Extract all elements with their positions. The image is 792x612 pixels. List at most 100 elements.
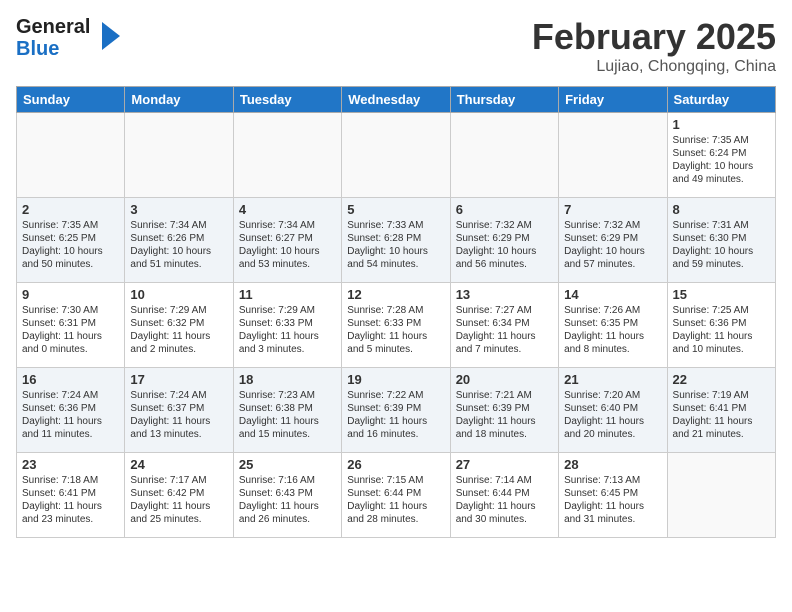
day-info: Sunset: 6:34 PM — [456, 317, 553, 330]
day-number: 6 — [456, 202, 553, 217]
day-number: 8 — [673, 202, 770, 217]
day-number: 15 — [673, 287, 770, 302]
day-info: Daylight: 10 hours and 49 minutes. — [673, 160, 770, 186]
calendar-week-2: 9Sunrise: 7:30 AMSunset: 6:31 PMDaylight… — [17, 283, 776, 368]
calendar-cell — [450, 113, 558, 198]
day-info: Sunrise: 7:35 AM — [673, 134, 770, 147]
day-info: Daylight: 11 hours and 30 minutes. — [456, 500, 553, 526]
calendar-cell — [125, 113, 233, 198]
day-number: 10 — [130, 287, 227, 302]
calendar-cell — [342, 113, 450, 198]
day-info: Daylight: 11 hours and 11 minutes. — [22, 415, 119, 441]
calendar-cell: 23Sunrise: 7:18 AMSunset: 6:41 PMDayligh… — [17, 453, 125, 538]
day-info: Daylight: 11 hours and 2 minutes. — [130, 330, 227, 356]
day-info: Sunrise: 7:29 AM — [130, 304, 227, 317]
day-number: 28 — [564, 457, 661, 472]
day-info: Sunset: 6:42 PM — [130, 487, 227, 500]
day-info: Sunset: 6:44 PM — [456, 487, 553, 500]
day-info: Sunset: 6:43 PM — [239, 487, 336, 500]
day-number: 9 — [22, 287, 119, 302]
calendar-cell: 22Sunrise: 7:19 AMSunset: 6:41 PMDayligh… — [667, 368, 775, 453]
day-number: 2 — [22, 202, 119, 217]
day-info: Daylight: 10 hours and 50 minutes. — [22, 245, 119, 271]
calendar-cell — [667, 453, 775, 538]
calendar-cell — [233, 113, 341, 198]
day-info: Sunrise: 7:26 AM — [564, 304, 661, 317]
day-info: Sunset: 6:39 PM — [347, 402, 444, 415]
calendar-header-thursday: Thursday — [450, 87, 558, 113]
day-info: Sunrise: 7:24 AM — [130, 389, 227, 402]
calendar-cell: 25Sunrise: 7:16 AMSunset: 6:43 PMDayligh… — [233, 453, 341, 538]
day-number: 24 — [130, 457, 227, 472]
day-info: Daylight: 10 hours and 54 minutes. — [347, 245, 444, 271]
calendar-header-wednesday: Wednesday — [342, 87, 450, 113]
day-info: Sunrise: 7:27 AM — [456, 304, 553, 317]
header: General Blue February 2025 Lujiao, Chong… — [16, 16, 776, 76]
logo: General Blue — [16, 16, 116, 68]
day-number: 12 — [347, 287, 444, 302]
calendar-header-row: SundayMondayTuesdayWednesdayThursdayFrid… — [17, 87, 776, 113]
calendar-cell: 3Sunrise: 7:34 AMSunset: 6:26 PMDaylight… — [125, 198, 233, 283]
day-number: 19 — [347, 372, 444, 387]
calendar-cell: 10 Sunrise: 7:29 AMSunset: 6:32 PMDayligh… — [125, 283, 233, 368]
day-info: Sunrise: 7:25 AM — [673, 304, 770, 317]
calendar-cell: 4Sunrise: 7:34 AMSunset: 6:27 PMDaylight… — [233, 198, 341, 283]
day-number: 25 — [239, 457, 336, 472]
calendar-cell: 20Sunrise: 7:21 AMSunset: 6:39 PMDayligh… — [450, 368, 558, 453]
day-info: Daylight: 10 hours and 56 minutes. — [456, 245, 553, 271]
day-info: Daylight: 11 hours and 5 minutes. — [347, 330, 444, 356]
day-number: 21 — [564, 372, 661, 387]
day-info: Sunset: 6:28 PM — [347, 232, 444, 245]
day-info: Daylight: 11 hours and 26 minutes. — [239, 500, 336, 526]
day-info: Sunrise: 7:35 AM — [22, 219, 119, 232]
calendar-header-tuesday: Tuesday — [233, 87, 341, 113]
day-info: Sunset: 6:45 PM — [564, 487, 661, 500]
day-info: Sunset: 6:29 PM — [456, 232, 553, 245]
day-info: Sunrise: 7:18 AM — [22, 474, 119, 487]
day-number: 18 — [239, 372, 336, 387]
calendar-week-1: 2Sunrise: 7:35 AMSunset: 6:25 PMDaylight… — [17, 198, 776, 283]
day-info: Sunrise: 7:24 AM — [22, 389, 119, 402]
day-number: 1 — [673, 117, 770, 132]
day-info: Sunrise: 7:30 AM — [22, 304, 119, 317]
day-info: Sunrise: 7:14 AM — [456, 474, 553, 487]
day-info: Daylight: 10 hours and 53 minutes. — [239, 245, 336, 271]
calendar-body: 1Sunrise: 7:35 AMSunset: 6:24 PMDaylight… — [17, 113, 776, 538]
day-number: 4 — [239, 202, 336, 217]
day-number: 22 — [673, 372, 770, 387]
calendar-cell: 9Sunrise: 7:30 AMSunset: 6:31 PMDaylight… — [17, 283, 125, 368]
day-info: Sunset: 6:25 PM — [22, 232, 119, 245]
calendar-cell: 6Sunrise: 7:32 AMSunset: 6:29 PMDaylight… — [450, 198, 558, 283]
calendar-cell: 28Sunrise: 7:13 AMSunset: 6:45 PMDayligh… — [559, 453, 667, 538]
day-number: 16 — [22, 372, 119, 387]
logo-line2: Blue — [16, 38, 59, 61]
day-number: 27 — [456, 457, 553, 472]
day-info: Sunset: 6:38 PM — [239, 402, 336, 415]
calendar-header-friday: Friday — [559, 87, 667, 113]
day-info: Sunset: 6:32 PM — [130, 317, 227, 330]
day-info: Sunset: 6:36 PM — [673, 317, 770, 330]
calendar-week-4: 23Sunrise: 7:18 AMSunset: 6:41 PMDayligh… — [17, 453, 776, 538]
day-info: Sunrise: 7:19 AM — [673, 389, 770, 402]
day-number: 26 — [347, 457, 444, 472]
day-info: Sunrise: 7:15 AM — [347, 474, 444, 487]
day-info: Daylight: 11 hours and 15 minutes. — [239, 415, 336, 441]
day-info: Sunset: 6:37 PM — [130, 402, 227, 415]
month-title: February 2025 — [532, 16, 776, 58]
calendar-cell: 17Sunrise: 7:24 AMSunset: 6:37 PMDayligh… — [125, 368, 233, 453]
calendar-cell: 27 Sunrise: 7:14 AMSunset: 6:44 PMDayligh… — [450, 453, 558, 538]
calendar-cell: 12Sunrise: 7:28 AMSunset: 6:33 PMDayligh… — [342, 283, 450, 368]
day-info: Sunrise: 7:13 AM — [564, 474, 661, 487]
day-info: Daylight: 10 hours and 51 minutes. — [130, 245, 227, 271]
calendar-cell: 16Sunrise: 7:24 AMSunset: 6:36 PMDayligh… — [17, 368, 125, 453]
day-number: 23 — [22, 457, 119, 472]
day-info: Sunset: 6:27 PM — [239, 232, 336, 245]
day-number: 20 — [456, 372, 553, 387]
calendar-cell: 7Sunrise: 7:32 AMSunset: 6:29 PMDaylight… — [559, 198, 667, 283]
calendar-cell: 13Sunrise: 7:27 AMSunset: 6:34 PMDayligh… — [450, 283, 558, 368]
day-number: 7 — [564, 202, 661, 217]
calendar-cell: 5Sunrise: 7:33 AMSunset: 6:28 PMDaylight… — [342, 198, 450, 283]
day-info: Daylight: 11 hours and 13 minutes. — [130, 415, 227, 441]
day-info: Sunrise: 7:17 AM — [130, 474, 227, 487]
calendar-header-sunday: Sunday — [17, 87, 125, 113]
